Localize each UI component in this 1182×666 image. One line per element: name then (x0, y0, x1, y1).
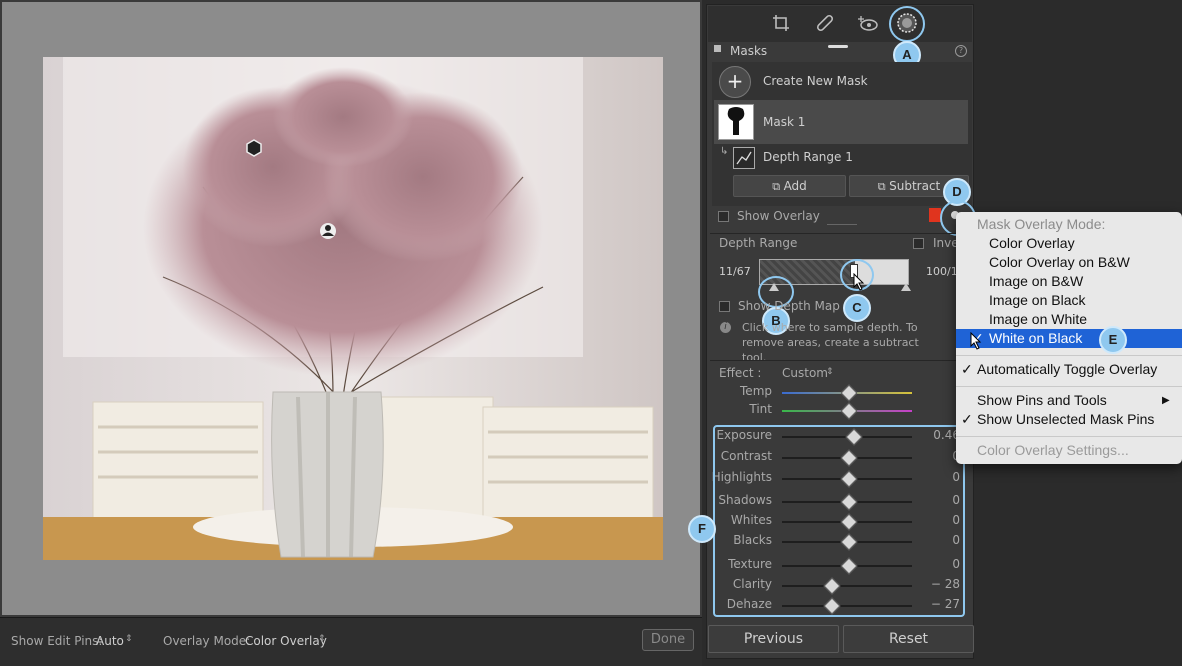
drag-handle[interactable] (828, 45, 848, 48)
menu-item-show-unselected[interactable]: ✓ Show Unselected Mask Pins (956, 410, 1182, 429)
overlay-mode-menu: Mask Overlay Mode: Color Overlay Color O… (956, 212, 1182, 464)
effect-label: Effect : (719, 366, 762, 380)
overlay-mode-label: Overlay Mode: (163, 634, 251, 648)
menu-header: Mask Overlay Mode: (977, 216, 1106, 232)
menu-item-image-black[interactable]: Image on Black (956, 291, 1182, 310)
previous-button[interactable]: Previous (708, 625, 839, 653)
heal-icon[interactable] (816, 14, 834, 32)
chevron-updown-icon: ⇕ (125, 634, 133, 644)
divider (710, 233, 972, 234)
menu-item-show-pins[interactable]: Show Pins and Tools ▶ (956, 391, 1182, 410)
depth-pin[interactable] (320, 223, 336, 239)
show-overlay-checkbox[interactable] (718, 211, 729, 222)
redeye-icon[interactable] (858, 14, 878, 32)
menu-item-image-bw[interactable]: Image on B&W (956, 272, 1182, 291)
mask1-thumbnail (718, 104, 754, 140)
menu-item-white-on-black-label: White on Black (989, 330, 1083, 346)
menu-item-color-overlay-bw[interactable]: Color Overlay on B&W (956, 253, 1182, 272)
mask-pin[interactable] (246, 139, 262, 157)
checkmark-icon: ✓ (961, 361, 973, 377)
show-edit-pins-label: Show Edit Pins: (11, 634, 103, 648)
depth-hint: Click where to sample depth. To remove a… (742, 321, 919, 364)
help-icon[interactable]: ? (955, 45, 967, 57)
callout-box-f (713, 425, 965, 617)
slider-label: Whites (730, 513, 772, 527)
chevron-updown-icon: ⇕ (318, 634, 326, 644)
menu-item-white-on-black[interactable]: ✓ White on Black (956, 329, 1182, 348)
menu-item-auto-toggle[interactable]: ✓ Automatically Toggle Overlay (956, 360, 1182, 379)
add-button[interactable]: ⧉ Add (733, 175, 846, 197)
tool-strip (708, 6, 972, 42)
slider-label: Dehaze (726, 597, 772, 611)
photo-preview[interactable] (43, 57, 663, 560)
callout-e: E (1099, 326, 1127, 354)
menu-item-auto-toggle-label: Automatically Toggle Overlay (977, 361, 1158, 377)
slider-label: Blacks (733, 533, 772, 547)
depth-range-icon (733, 147, 755, 169)
show-edit-pins-select[interactable]: Auto (96, 634, 124, 648)
bottom-toolbar: Show Edit Pins: Auto ⇕ Overlay Mode: Col… (0, 617, 702, 666)
divider (710, 360, 972, 361)
menu-item-color-overlay[interactable]: Color Overlay (956, 234, 1182, 253)
add-icon: ⧉ (772, 180, 784, 193)
callout-f: F (688, 515, 716, 543)
menu-separator (956, 386, 1182, 387)
menu-item-overlay-settings: Color Overlay Settings... (977, 442, 1129, 458)
plus-icon[interactable]: + (719, 66, 751, 98)
overlay-mode-select[interactable]: Color Overlay (245, 634, 327, 648)
slider-label: Highlights (711, 470, 772, 484)
menu-item-show-unselected-label: Show Unselected Mask Pins (977, 411, 1155, 427)
slider-label: Exposure (716, 428, 772, 442)
photo-illustration (43, 57, 663, 560)
reset-button[interactable]: Reset (843, 625, 974, 653)
child-arrow-icon: ↳ (720, 146, 729, 157)
done-button[interactable]: Done (642, 629, 694, 651)
show-overlay-label: Show Overlay (737, 209, 820, 223)
slider-label: Tint (749, 402, 772, 416)
show-depth-map-checkbox[interactable] (719, 301, 730, 312)
depth-range-label: Depth Range (719, 236, 798, 250)
slider-label: Texture (728, 557, 772, 571)
effect-preset-select[interactable]: Custom (782, 366, 828, 380)
cursor-icon (970, 332, 982, 350)
masks-title: Masks (730, 44, 768, 58)
create-new-mask-button[interactable]: Create New Mask (763, 74, 868, 88)
depth-range-item-label[interactable]: Depth Range 1 (763, 150, 853, 164)
subtract-icon: ⧉ (877, 180, 890, 193)
mask1-label: Mask 1 (763, 115, 806, 129)
info-icon: i (720, 322, 731, 333)
panel-collapse-icon[interactable] (714, 45, 721, 52)
show-depth-map-label: Show Depth Map (738, 299, 840, 313)
slider-label: Temp (740, 384, 772, 398)
menu-item-image-white[interactable]: Image on White (956, 310, 1182, 329)
divider (827, 224, 857, 225)
slider-label: Clarity (732, 577, 772, 591)
callout-c: C (843, 294, 871, 322)
menu-separator (956, 355, 1182, 356)
cursor-icon (853, 273, 865, 291)
chevron-updown-icon: ⇕ (826, 367, 834, 377)
menu-item-show-pins-label: Show Pins and Tools (977, 392, 1107, 408)
callout-ring-a (889, 6, 925, 42)
crop-icon[interactable] (772, 14, 790, 32)
invert-checkbox[interactable] (913, 238, 924, 249)
checkmark-icon: ✓ (961, 411, 973, 427)
slider-label: Contrast (720, 449, 772, 463)
menu-separator (956, 436, 1182, 437)
submenu-arrow-icon: ▶ (1162, 395, 1170, 406)
add-label: Add (783, 179, 807, 193)
depth-left-value: 11/67 (719, 265, 751, 278)
depth-max-handle[interactable] (901, 283, 911, 291)
slider-label: Shadows (718, 493, 772, 507)
subtract-label: Subtract (889, 179, 941, 193)
